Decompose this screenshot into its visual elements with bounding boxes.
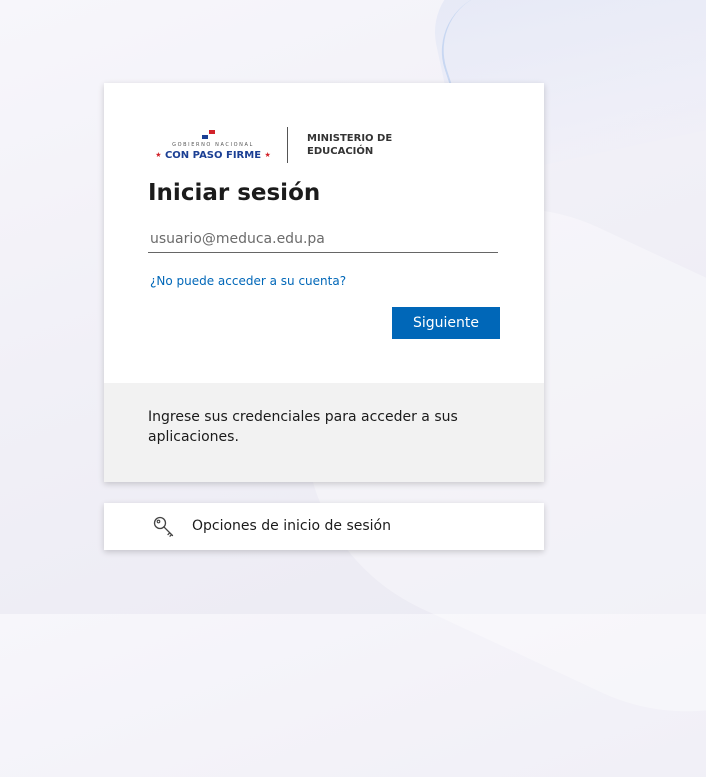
- star-icon: ★: [264, 151, 271, 159]
- slogan-text: ★ CON PASO FIRME ★: [154, 150, 272, 161]
- signin-options-label: Opciones de inicio de sesión: [192, 518, 391, 534]
- ministry-line-2: EDUCACIÓN: [307, 146, 374, 157]
- panama-flag-icon: [202, 130, 215, 139]
- ministry-line-1: MINISTERIO DE: [307, 133, 393, 144]
- logo-divider: [287, 127, 288, 163]
- signin-card: GOBIERNO NACIONAL ★ CON PASO FIRME ★ MIN…: [104, 83, 544, 482]
- slogan-label: CON PASO FIRME: [164, 150, 262, 161]
- cant-access-account-link[interactable]: ¿No puede acceder a su cuenta?: [150, 274, 346, 288]
- government-logo: GOBIERNO NACIONAL ★ CON PASO FIRME ★: [154, 127, 276, 165]
- email-input[interactable]: [148, 225, 498, 253]
- info-panel: Ingrese sus credenciales para acceder a …: [104, 383, 544, 482]
- signin-options-button[interactable]: Opciones de inicio de sesión: [104, 503, 544, 550]
- ministry-name: MINISTERIO DE EDUCACIÓN: [307, 132, 407, 158]
- next-button[interactable]: Siguiente: [392, 307, 500, 339]
- page-title: Iniciar sesión: [148, 180, 321, 206]
- key-icon: [153, 516, 174, 537]
- instructions-text: Ingrese sus credenciales para acceder a …: [148, 409, 458, 445]
- government-text: GOBIERNO NACIONAL: [172, 142, 254, 148]
- signin-card-body: GOBIERNO NACIONAL ★ CON PASO FIRME ★ MIN…: [104, 83, 544, 383]
- organization-logo: GOBIERNO NACIONAL ★ CON PASO FIRME ★ MIN…: [154, 127, 414, 165]
- star-icon: ★: [155, 151, 162, 159]
